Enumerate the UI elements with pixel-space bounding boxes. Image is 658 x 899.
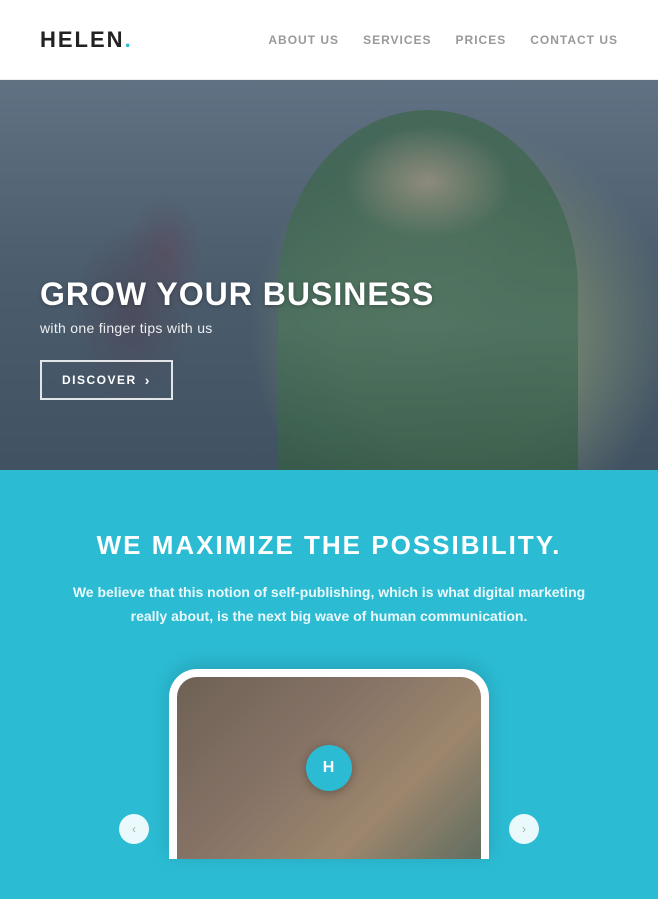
nav-item-prices[interactable]: PRICES [456, 33, 507, 47]
discover-button-label: DISCOVER [62, 373, 137, 387]
phone-prev-button[interactable]: ‹ [119, 814, 149, 844]
nav-item-services[interactable]: SERVICES [363, 33, 431, 47]
site-logo[interactable]: HELEN. [40, 27, 133, 53]
hero-overlay [0, 80, 658, 470]
nav-item-about[interactable]: ABOUT US [268, 33, 339, 47]
blue-section-title: WE MAXIMIZE THE POSSIBILITY. [40, 530, 618, 561]
discover-button[interactable]: DISCOVER › [40, 360, 173, 400]
phone-screen: H [177, 677, 481, 859]
phone-next-button[interactable]: › [509, 814, 539, 844]
play-label: H [323, 759, 336, 777]
phone-play-button[interactable]: H [306, 745, 352, 791]
site-header: HELEN. ABOUT US SERVICES PRICES CONTACT … [0, 0, 658, 80]
logo-dot: . [125, 27, 133, 52]
arrow-icon: › [145, 372, 151, 388]
phone-container: ‹ H › [40, 669, 618, 859]
chevron-right-icon: › [522, 822, 526, 836]
nav-item-contact[interactable]: CONTACT US [530, 33, 618, 47]
phone-mockup: H [169, 669, 489, 859]
hero-content: GROW YOUR BUSINESS with one finger tips … [40, 277, 434, 400]
logo-text: HELEN [40, 27, 125, 52]
blue-section-description: We believe that this notion of self-publ… [69, 581, 589, 629]
main-nav: ABOUT US SERVICES PRICES CONTACT US [268, 33, 618, 47]
chevron-left-icon: ‹ [132, 822, 136, 836]
hero-subtitle: with one finger tips with us [40, 320, 434, 336]
hero-section: GROW YOUR BUSINESS with one finger tips … [0, 80, 658, 470]
blue-section: WE MAXIMIZE THE POSSIBILITY. We believe … [0, 470, 658, 899]
hero-title: GROW YOUR BUSINESS [40, 277, 434, 312]
